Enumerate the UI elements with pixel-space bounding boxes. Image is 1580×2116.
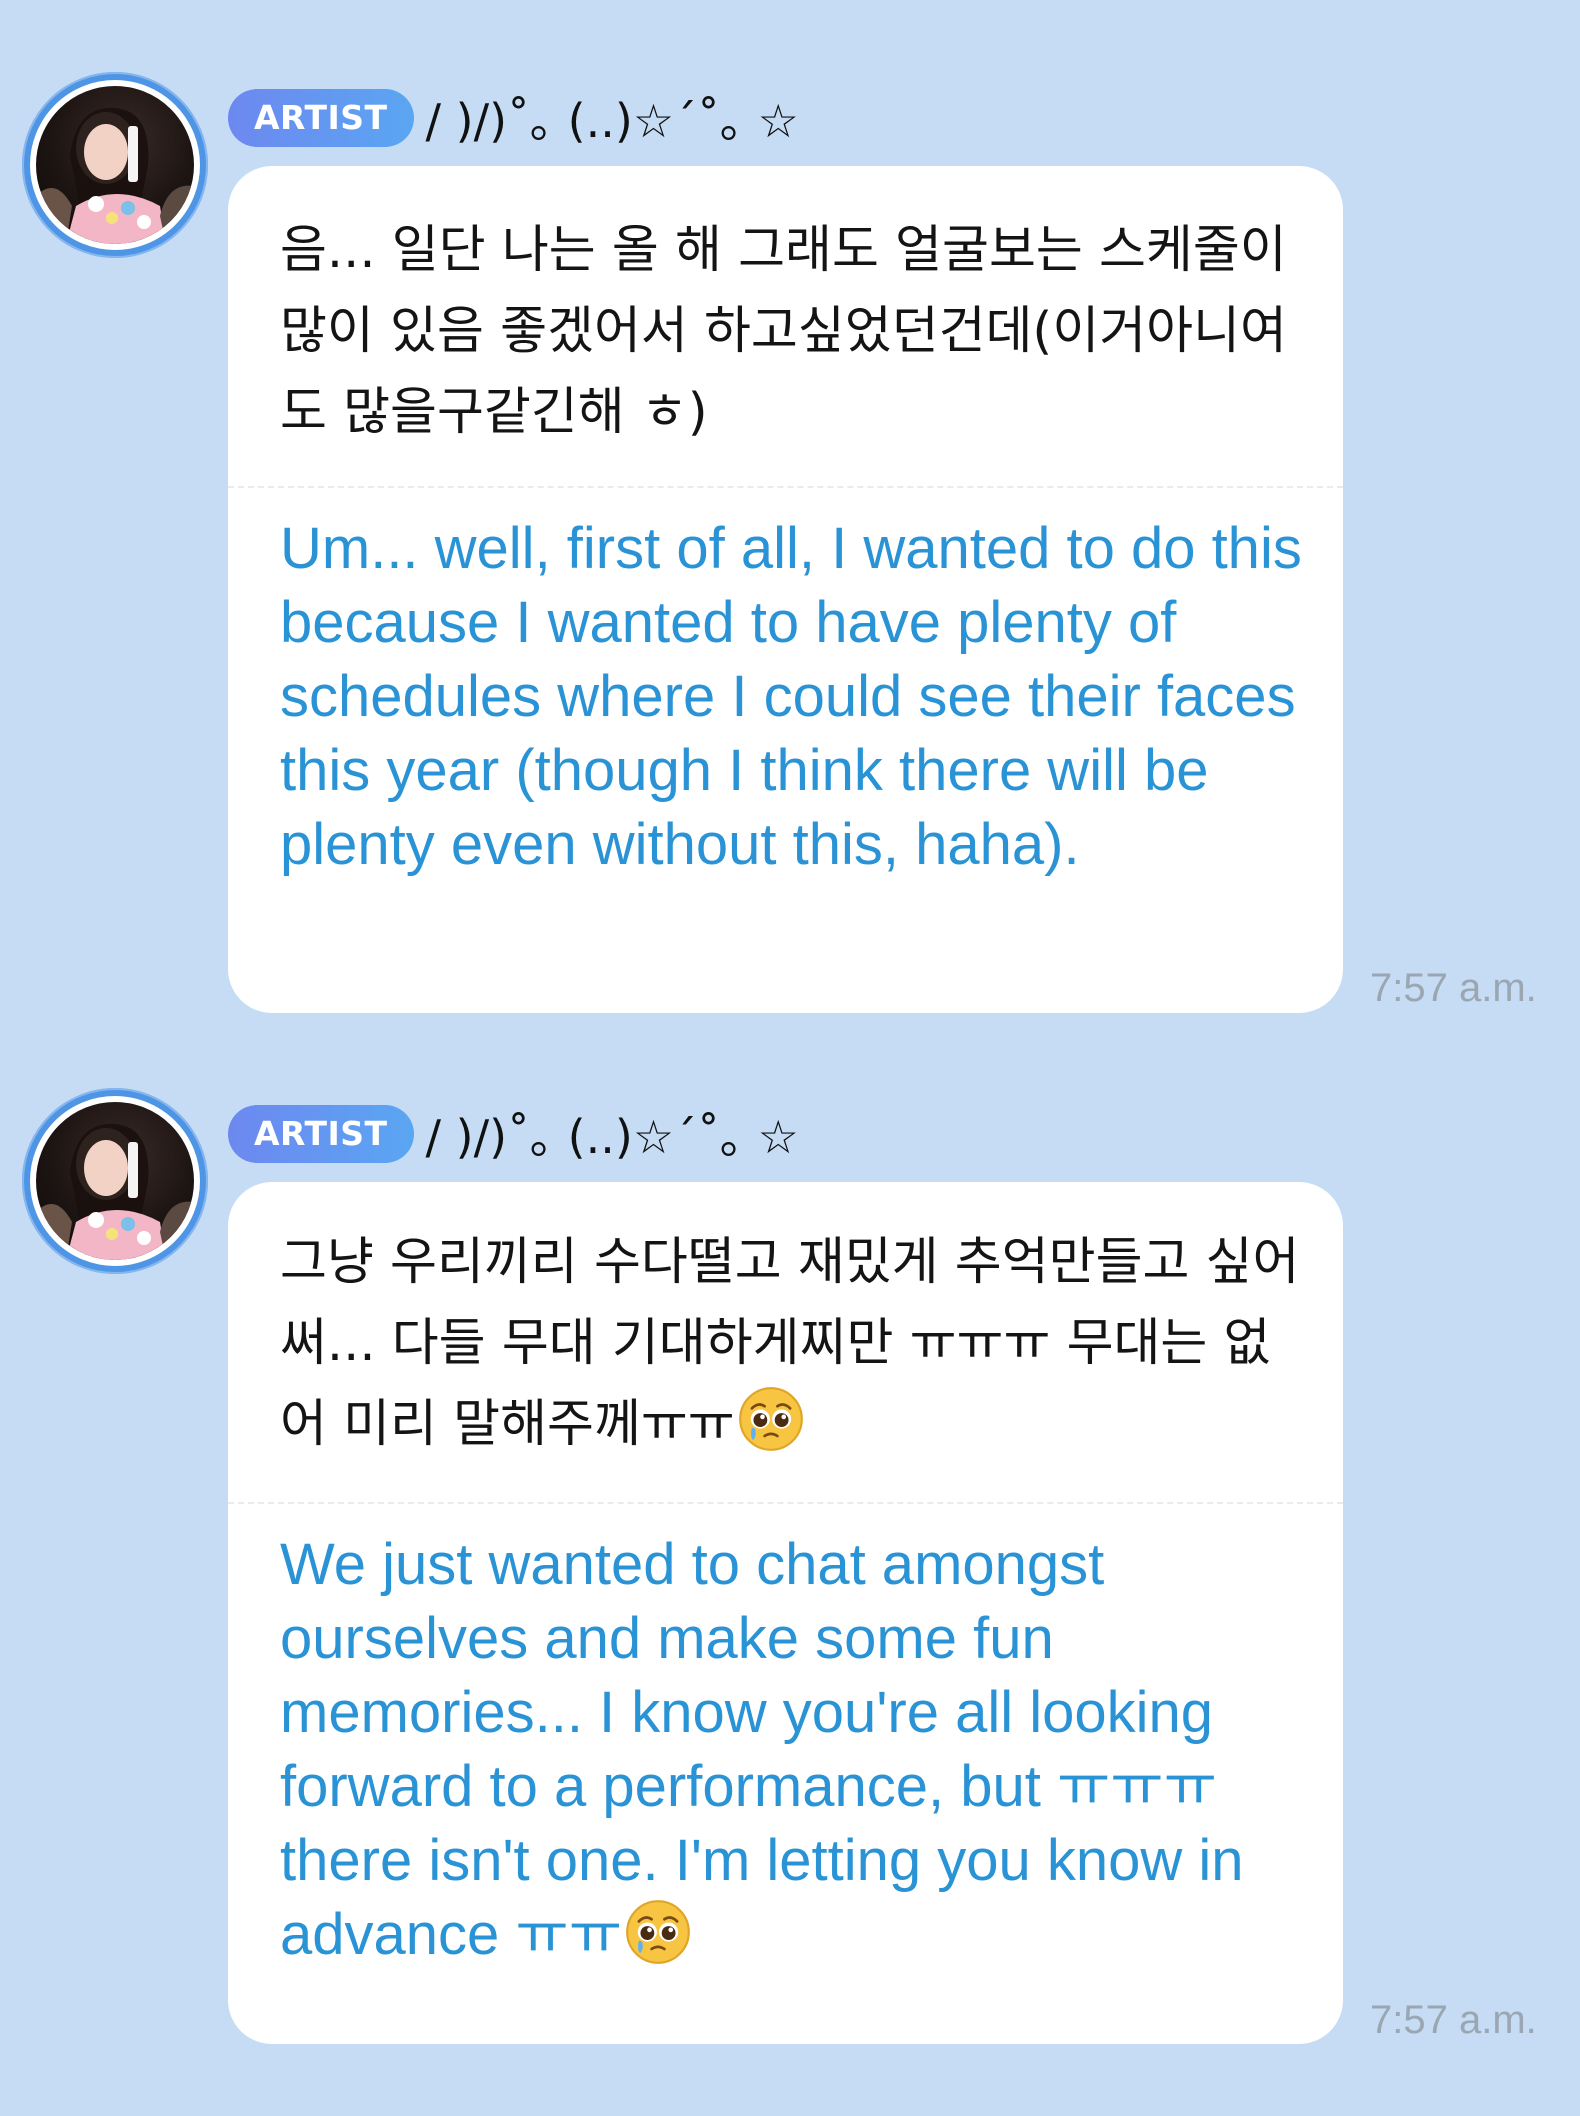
avatar-photo [30,1096,200,1266]
message-timestamp: 7:57 a.m. [1370,1998,1537,2042]
translation-divider [228,486,1343,488]
artist-badge: ARTIST [228,89,414,147]
sender-name[interactable]: / )/)˚｡ (..)☆´˚｡ ☆ [426,1101,799,1167]
message-bubble[interactable]: 음... 일단 나는 올 해 그래도 얼굴보는 스케줄이 많이 있음 좋겠어서 … [228,166,1343,1013]
original-text: 그냥 우리끼리 수다떨고 재밌게 추억만들고 싶어써... 다들 무대 기대하게… [280,1222,1310,1465]
sender-name[interactable]: / )/)˚｡ (..)☆´˚｡ ☆ [426,85,799,151]
translation-text-body: We just wanted to chat amongst ourselves… [280,1532,1244,1967]
original-text: 음... 일단 나는 올 해 그래도 얼굴보는 스케줄이 많이 있음 좋겠어서 … [280,221,1287,442]
avatar[interactable] [22,72,208,258]
pleading-face-icon [738,1387,803,1451]
avatar[interactable] [22,1088,208,1274]
avatar-photo [30,80,200,250]
message-bubble[interactable]: 그냥 우리끼리 수다떨고 재밌게 추억만들고 싶어써... 다들 무대 기대하게… [228,1182,1343,2044]
translation-text: Um... well, first of all, I wanted to do… [280,516,1302,877]
message-timestamp: 7:57 a.m. [1370,966,1537,1010]
pleading-face-icon [626,1900,690,1964]
sender-row: ARTIST / )/)˚｡ (..)☆´˚｡ ☆ [228,86,799,150]
sender-row: ARTIST / )/)˚｡ (..)☆´˚｡ ☆ [228,1102,799,1166]
translation-divider [228,1502,1343,1504]
translation-text: We just wanted to chat amongst ourselves… [280,1528,1320,1972]
artist-badge: ARTIST [228,1105,414,1163]
